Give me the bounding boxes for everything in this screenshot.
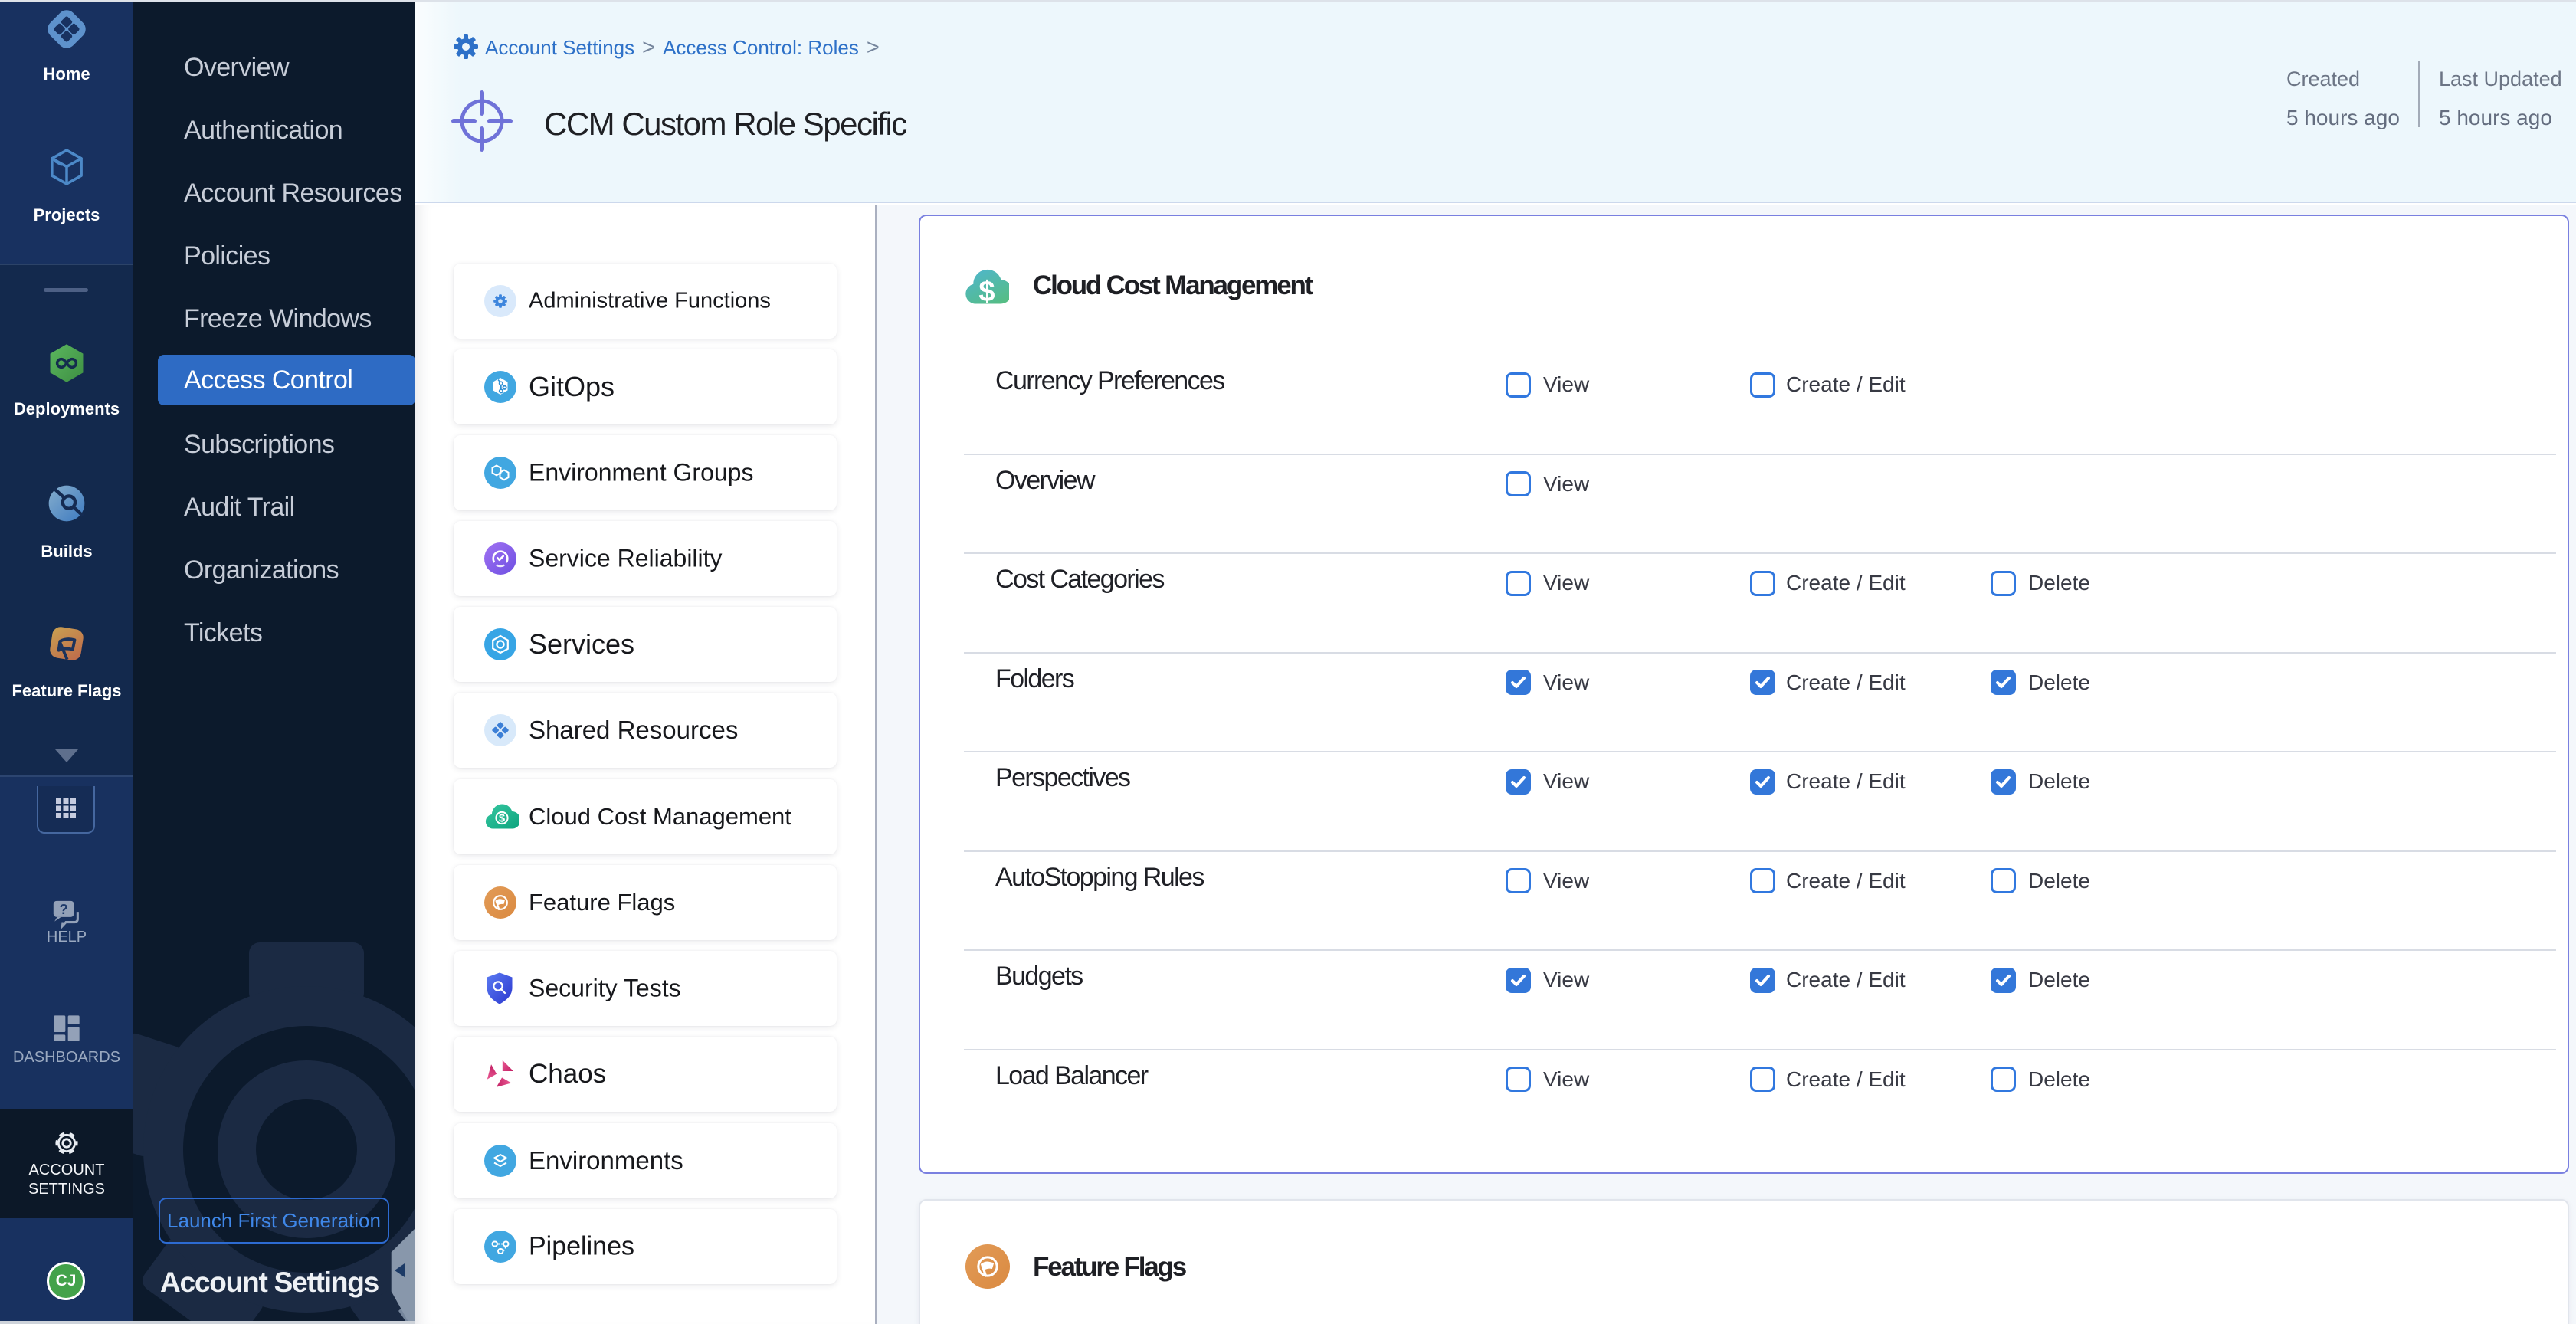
svg-text:$: $	[978, 276, 995, 305]
svg-text:$: $	[499, 813, 505, 825]
svg-text:?: ?	[60, 902, 68, 917]
